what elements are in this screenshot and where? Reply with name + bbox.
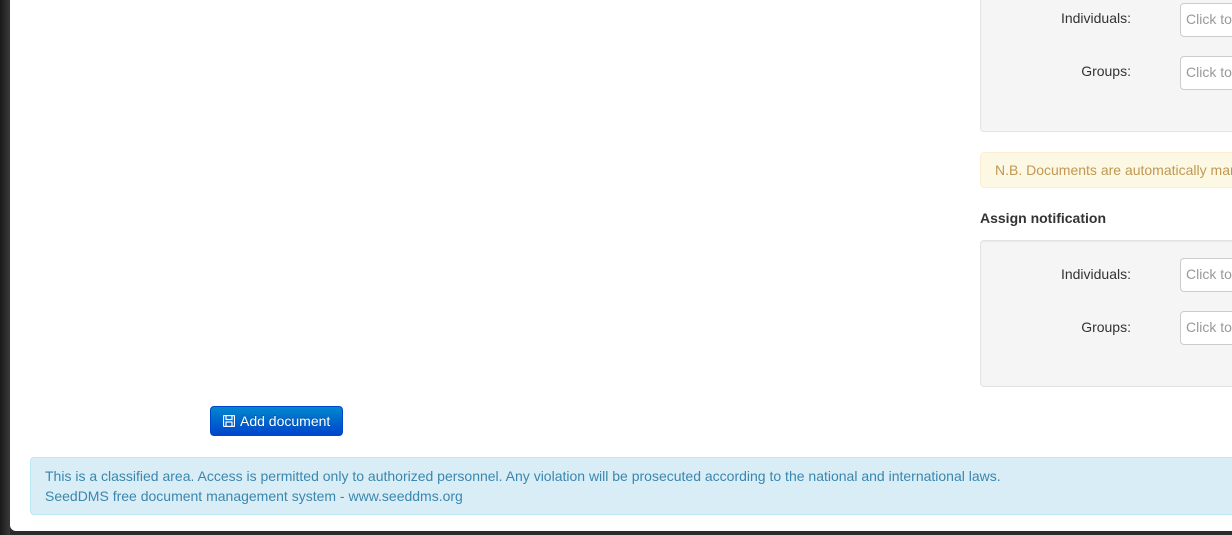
review-approval-note: N.B. Documents are automatically mar bbox=[980, 152, 1232, 188]
footer-disclaimer: This is a classified area. Access is per… bbox=[45, 468, 1001, 484]
notify-groups-label: Groups: bbox=[1081, 319, 1131, 335]
notify-individuals-select[interactable]: Click to bbox=[1180, 258, 1232, 292]
notification-well-top: Individuals: Click to Groups: Click to bbox=[980, 0, 1232, 132]
groups-select[interactable]: Click to bbox=[1180, 56, 1232, 90]
groups-label: Groups: bbox=[1081, 63, 1131, 79]
individuals-label: Individuals: bbox=[1060, 10, 1131, 26]
window-left-edge bbox=[0, 0, 10, 535]
add-document-label: Add document bbox=[240, 413, 331, 429]
notify-individuals-label: Individuals: bbox=[1060, 266, 1131, 282]
save-icon bbox=[223, 415, 235, 427]
app-window: Individuals: Click to Groups: Click to N… bbox=[10, 0, 1232, 531]
footer-credit: SeedDMS free document management system … bbox=[45, 488, 463, 504]
assign-notification-well: Individuals: Click to Groups: Click to bbox=[980, 240, 1232, 387]
add-document-button[interactable]: Add document bbox=[210, 406, 344, 436]
notify-groups-select[interactable]: Click to bbox=[1180, 311, 1232, 345]
footer-info: This is a classified area. Access is per… bbox=[30, 457, 1232, 515]
individuals-select[interactable]: Click to bbox=[1180, 3, 1232, 37]
assign-notification-legend: Assign notification bbox=[980, 210, 1106, 226]
